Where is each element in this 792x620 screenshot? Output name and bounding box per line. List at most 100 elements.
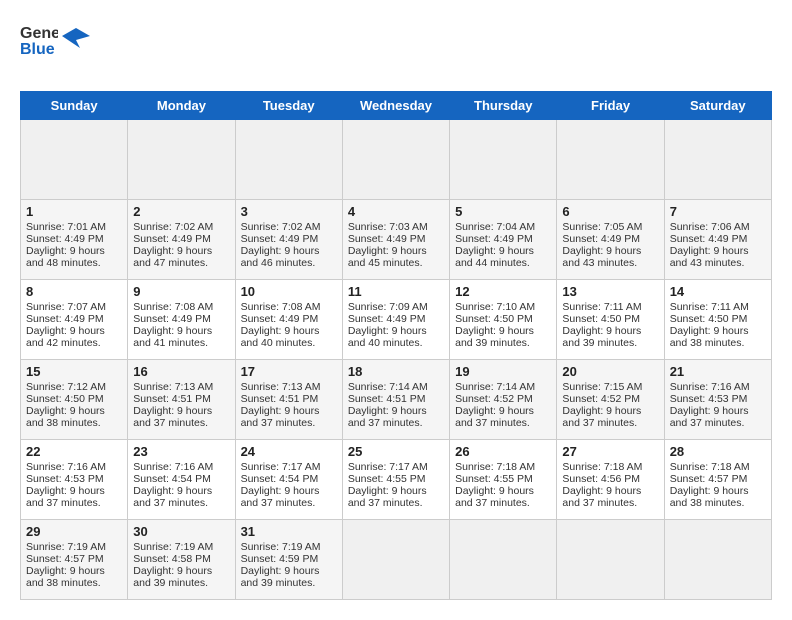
daylight-text: Daylight: 9 hours and 37 minutes.: [133, 405, 229, 429]
day-number: 5: [455, 204, 551, 219]
sunrise-text: Sunrise: 7:01 AM: [26, 221, 122, 233]
logo-icon: General Blue: [20, 20, 58, 58]
col-header-thursday: Thursday: [450, 92, 557, 120]
sunrise-text: Sunrise: 7:14 AM: [348, 381, 444, 393]
sunset-text: Sunset: 4:51 PM: [348, 393, 444, 405]
calendar-cell: 9Sunrise: 7:08 AMSunset: 4:49 PMDaylight…: [128, 280, 235, 360]
sunrise-text: Sunrise: 7:11 AM: [562, 301, 658, 313]
day-number: 15: [26, 364, 122, 379]
day-number: 26: [455, 444, 551, 459]
daylight-text: Daylight: 9 hours and 37 minutes.: [670, 405, 766, 429]
sunrise-text: Sunrise: 7:17 AM: [348, 461, 444, 473]
sunset-text: Sunset: 4:56 PM: [562, 473, 658, 485]
sunset-text: Sunset: 4:52 PM: [455, 393, 551, 405]
day-number: 24: [241, 444, 337, 459]
calendar-cell: [21, 120, 128, 200]
sunset-text: Sunset: 4:57 PM: [670, 473, 766, 485]
daylight-text: Daylight: 9 hours and 47 minutes.: [133, 245, 229, 269]
sunrise-text: Sunrise: 7:12 AM: [26, 381, 122, 393]
day-number: 22: [26, 444, 122, 459]
daylight-text: Daylight: 9 hours and 44 minutes.: [455, 245, 551, 269]
col-header-monday: Monday: [128, 92, 235, 120]
sunset-text: Sunset: 4:59 PM: [241, 553, 337, 565]
calendar-cell: 28Sunrise: 7:18 AMSunset: 4:57 PMDayligh…: [664, 440, 771, 520]
sunrise-text: Sunrise: 7:05 AM: [562, 221, 658, 233]
sunrise-text: Sunrise: 7:18 AM: [562, 461, 658, 473]
daylight-text: Daylight: 9 hours and 38 minutes.: [26, 405, 122, 429]
daylight-text: Daylight: 9 hours and 37 minutes.: [562, 485, 658, 509]
sunrise-text: Sunrise: 7:07 AM: [26, 301, 122, 313]
daylight-text: Daylight: 9 hours and 37 minutes.: [348, 405, 444, 429]
sunrise-text: Sunrise: 7:13 AM: [133, 381, 229, 393]
day-number: 17: [241, 364, 337, 379]
day-number: 12: [455, 284, 551, 299]
sunset-text: Sunset: 4:49 PM: [455, 233, 551, 245]
sunset-text: Sunset: 4:49 PM: [133, 313, 229, 325]
sunrise-text: Sunrise: 7:16 AM: [133, 461, 229, 473]
calendar-week-row: 1Sunrise: 7:01 AMSunset: 4:49 PMDaylight…: [21, 200, 772, 280]
logo: General Blue: [20, 20, 90, 81]
daylight-text: Daylight: 9 hours and 39 minutes.: [241, 565, 337, 589]
daylight-text: Daylight: 9 hours and 38 minutes.: [670, 485, 766, 509]
daylight-text: Daylight: 9 hours and 37 minutes.: [455, 485, 551, 509]
calendar-cell: [342, 520, 449, 600]
calendar-cell: 1Sunrise: 7:01 AMSunset: 4:49 PMDaylight…: [21, 200, 128, 280]
sunset-text: Sunset: 4:55 PM: [455, 473, 551, 485]
day-number: 19: [455, 364, 551, 379]
svg-text:Blue: Blue: [20, 41, 55, 58]
sunset-text: Sunset: 4:49 PM: [26, 233, 122, 245]
sunrise-text: Sunrise: 7:16 AM: [670, 381, 766, 393]
sunrise-text: Sunrise: 7:02 AM: [241, 221, 337, 233]
sunrise-text: Sunrise: 7:11 AM: [670, 301, 766, 313]
calendar-cell: 24Sunrise: 7:17 AMSunset: 4:54 PMDayligh…: [235, 440, 342, 520]
calendar-cell: [664, 520, 771, 600]
sunrise-text: Sunrise: 7:03 AM: [348, 221, 444, 233]
calendar-week-row: 22Sunrise: 7:16 AMSunset: 4:53 PMDayligh…: [21, 440, 772, 520]
sunset-text: Sunset: 4:49 PM: [133, 233, 229, 245]
day-number: 31: [241, 524, 337, 539]
calendar-cell: [128, 120, 235, 200]
daylight-text: Daylight: 9 hours and 37 minutes.: [26, 485, 122, 509]
daylight-text: Daylight: 9 hours and 39 minutes.: [562, 325, 658, 349]
sunrise-text: Sunrise: 7:04 AM: [455, 221, 551, 233]
daylight-text: Daylight: 9 hours and 37 minutes.: [455, 405, 551, 429]
sunrise-text: Sunrise: 7:10 AM: [455, 301, 551, 313]
sunrise-text: Sunrise: 7:08 AM: [133, 301, 229, 313]
sunset-text: Sunset: 4:50 PM: [26, 393, 122, 405]
calendar-cell: 20Sunrise: 7:15 AMSunset: 4:52 PMDayligh…: [557, 360, 664, 440]
day-number: 4: [348, 204, 444, 219]
calendar-cell: 3Sunrise: 7:02 AMSunset: 4:49 PMDaylight…: [235, 200, 342, 280]
calendar-cell: 16Sunrise: 7:13 AMSunset: 4:51 PMDayligh…: [128, 360, 235, 440]
col-header-tuesday: Tuesday: [235, 92, 342, 120]
day-number: 1: [26, 204, 122, 219]
calendar-cell: 18Sunrise: 7:14 AMSunset: 4:51 PMDayligh…: [342, 360, 449, 440]
day-number: 23: [133, 444, 229, 459]
daylight-text: Daylight: 9 hours and 41 minutes.: [133, 325, 229, 349]
calendar-cell: 30Sunrise: 7:19 AMSunset: 4:58 PMDayligh…: [128, 520, 235, 600]
day-number: 13: [562, 284, 658, 299]
sunset-text: Sunset: 4:50 PM: [562, 313, 658, 325]
calendar-cell: 13 Sunrise: 7:11 AMSunset: 4:50 PMDayligh…: [557, 280, 664, 360]
calendar-cell: [557, 520, 664, 600]
calendar-cell: 6Sunrise: 7:05 AMSunset: 4:49 PMDaylight…: [557, 200, 664, 280]
calendar-cell: 12Sunrise: 7:10 AMSunset: 4:50 PMDayligh…: [450, 280, 557, 360]
sunset-text: Sunset: 4:49 PM: [241, 233, 337, 245]
sunset-text: Sunset: 4:49 PM: [670, 233, 766, 245]
daylight-text: Daylight: 9 hours and 43 minutes.: [562, 245, 658, 269]
sunset-text: Sunset: 4:51 PM: [241, 393, 337, 405]
sunset-text: Sunset: 4:53 PM: [670, 393, 766, 405]
daylight-text: Daylight: 9 hours and 40 minutes.: [241, 325, 337, 349]
calendar-week-row: [21, 120, 772, 200]
calendar-cell: 5 Sunrise: 7:04 AMSunset: 4:49 PMDaylight…: [450, 200, 557, 280]
day-number: 21: [670, 364, 766, 379]
sunset-text: Sunset: 4:54 PM: [241, 473, 337, 485]
daylight-text: Daylight: 9 hours and 37 minutes.: [562, 405, 658, 429]
day-number: 27: [562, 444, 658, 459]
calendar-cell: 25Sunrise: 7:17 AMSunset: 4:55 PMDayligh…: [342, 440, 449, 520]
sunset-text: Sunset: 4:52 PM: [562, 393, 658, 405]
sunset-text: Sunset: 4:49 PM: [562, 233, 658, 245]
calendar-cell: 2Sunrise: 7:02 AMSunset: 4:49 PMDaylight…: [128, 200, 235, 280]
sunrise-text: Sunrise: 7:09 AM: [348, 301, 444, 313]
calendar-cell: [664, 120, 771, 200]
day-number: 20: [562, 364, 658, 379]
